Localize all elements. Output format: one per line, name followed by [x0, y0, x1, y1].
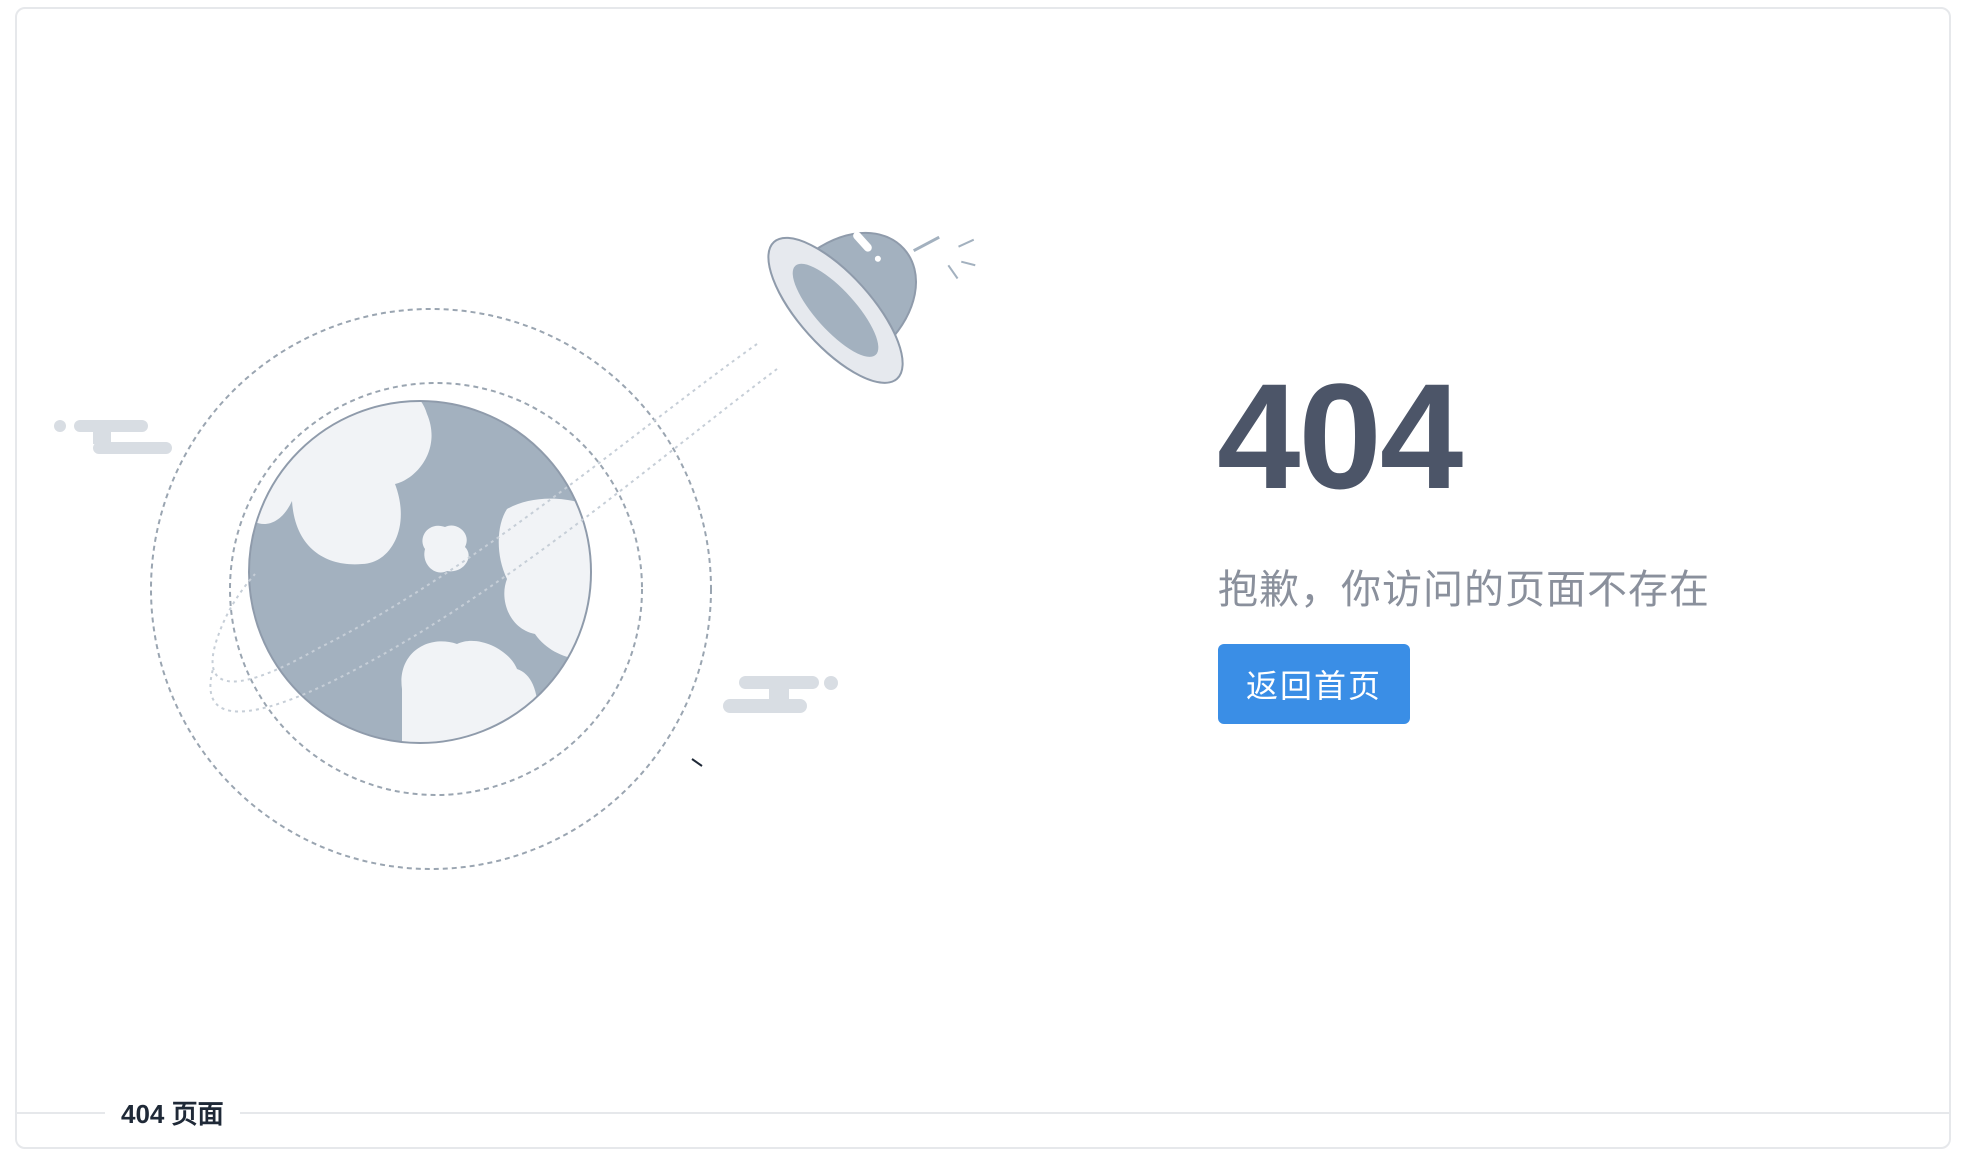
error-message: 抱歉，你访问的页面不存在 [1218, 568, 1710, 612]
divider-label: 404 页面 [105, 1094, 240, 1131]
content-divider [17, 1112, 1949, 1114]
page-card: 404 抱歉，你访问的页面不存在 返回首页 404 页面 [15, 7, 1951, 1149]
back-home-button[interactable]: 返回首页 [1218, 644, 1410, 724]
error-code: 404 [1217, 352, 1463, 520]
ufo-icon [767, 231, 976, 384]
planet-icon [248, 400, 592, 744]
cloud-right-icon [723, 676, 838, 713]
trail-tick [691, 758, 703, 767]
cloud-left-icon [54, 420, 172, 454]
planet-ufo-illustration-icon [54, 231, 976, 870]
